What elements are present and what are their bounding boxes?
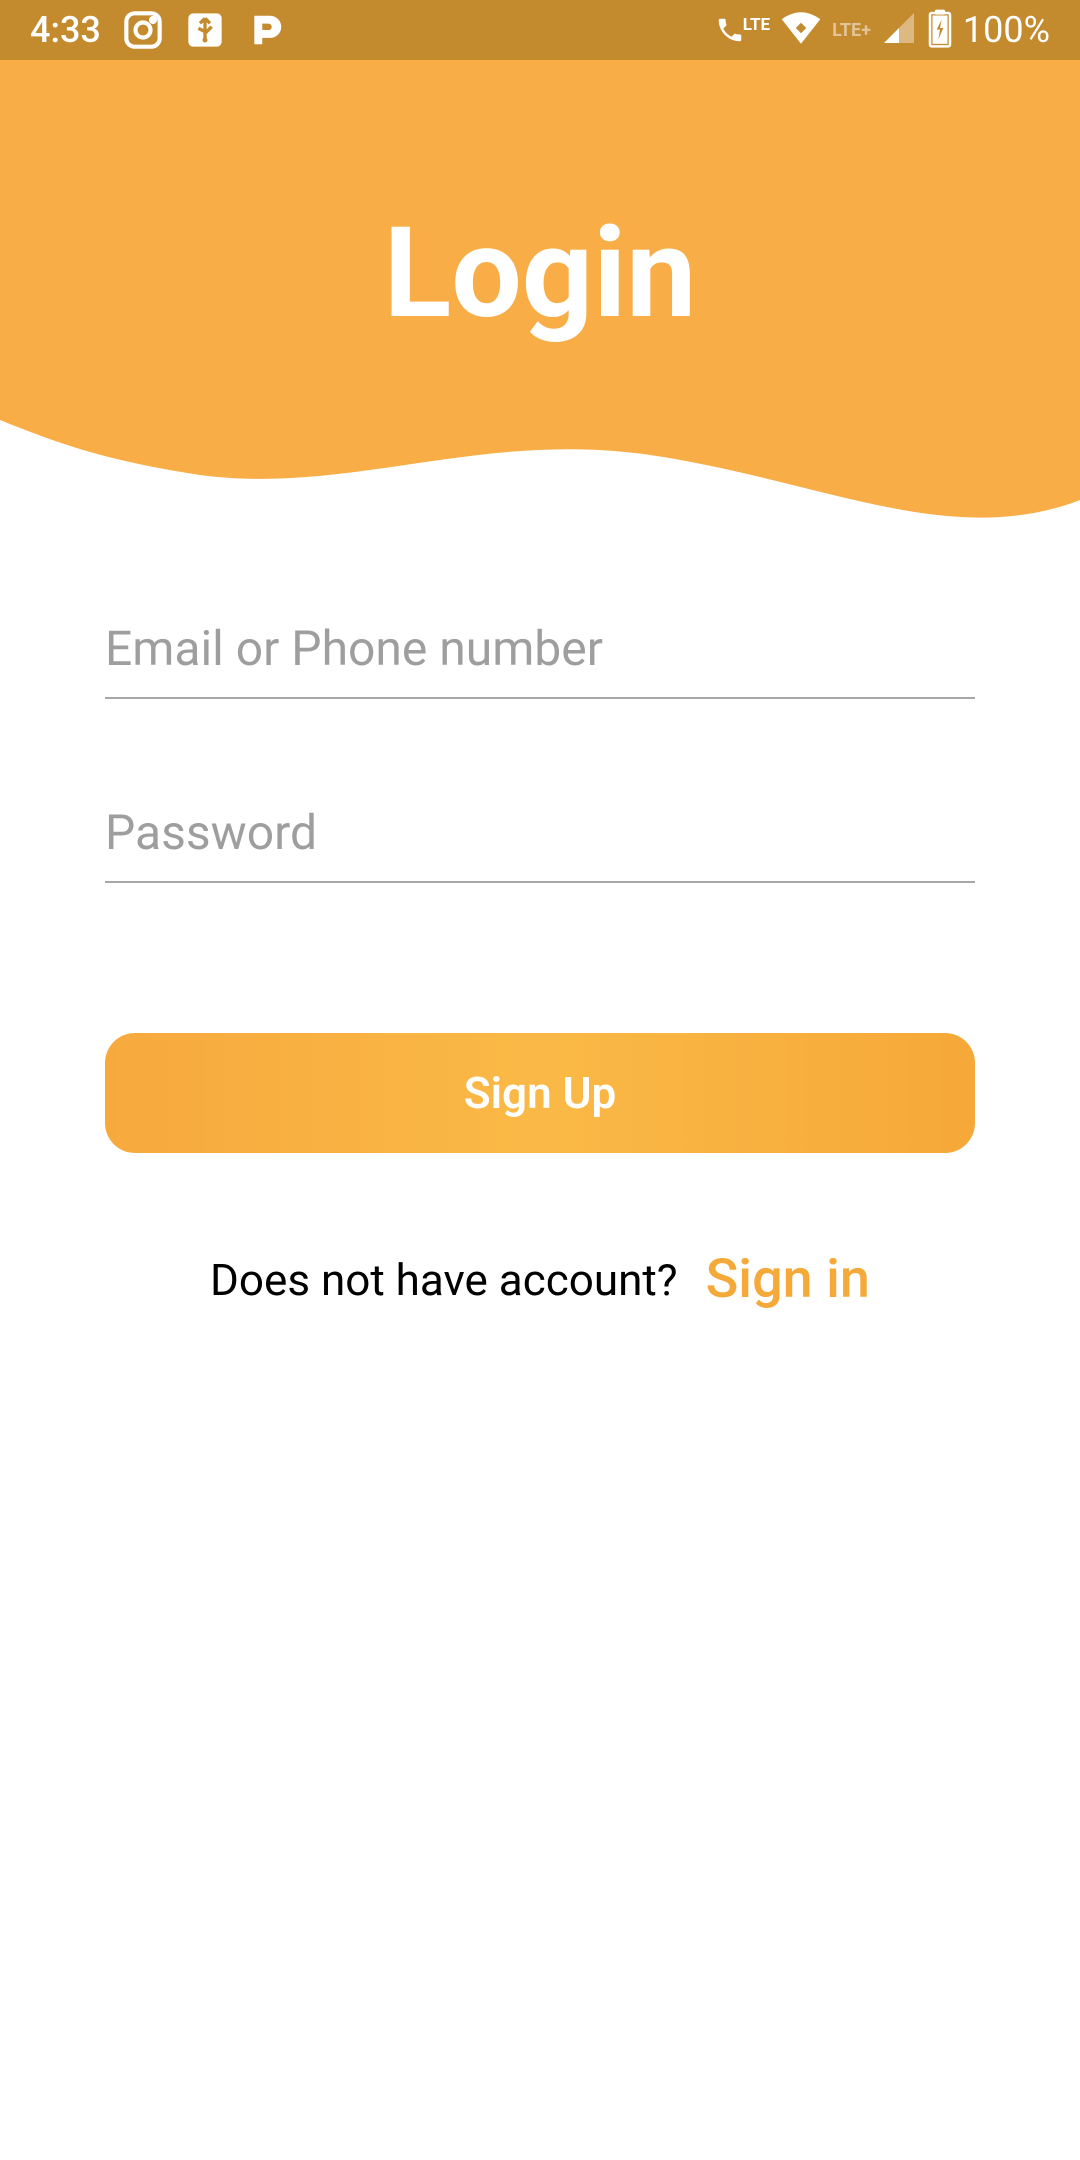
- signin-link[interactable]: Sign in: [706, 1248, 870, 1311]
- wifi-calling-icon: LTE: [715, 15, 770, 45]
- status-time: 4:33: [30, 9, 101, 51]
- lte-label: LTE: [743, 15, 770, 35]
- page-title: Login: [0, 200, 1080, 347]
- usb-icon: [185, 10, 225, 50]
- battery-icon: [927, 8, 953, 52]
- login-form: Sign Up Does not have account? Sign in: [105, 600, 975, 1311]
- signal-icon: [881, 10, 917, 50]
- no-account-text: Does not have account?: [210, 1254, 678, 1306]
- password-input-wrapper: [105, 784, 975, 883]
- signup-button[interactable]: Sign Up: [105, 1033, 975, 1153]
- footer-text: Does not have account? Sign in: [105, 1248, 975, 1311]
- wifi-icon: [780, 7, 822, 53]
- email-field[interactable]: [105, 600, 975, 699]
- status-bar: 4:33 LTE: [0, 0, 1080, 60]
- password-field[interactable]: [105, 784, 975, 883]
- header-wave: Login: [0, 60, 1080, 510]
- status-right-group: LTE LTE+ 100%: [715, 7, 1050, 53]
- pandora-icon: [247, 10, 287, 50]
- lte-plus-label: LTE+: [832, 20, 871, 41]
- status-left-group: 4:33: [30, 9, 287, 51]
- instagram-icon: [123, 10, 163, 50]
- email-input-wrapper: [105, 600, 975, 699]
- battery-percentage: 100%: [963, 9, 1050, 51]
